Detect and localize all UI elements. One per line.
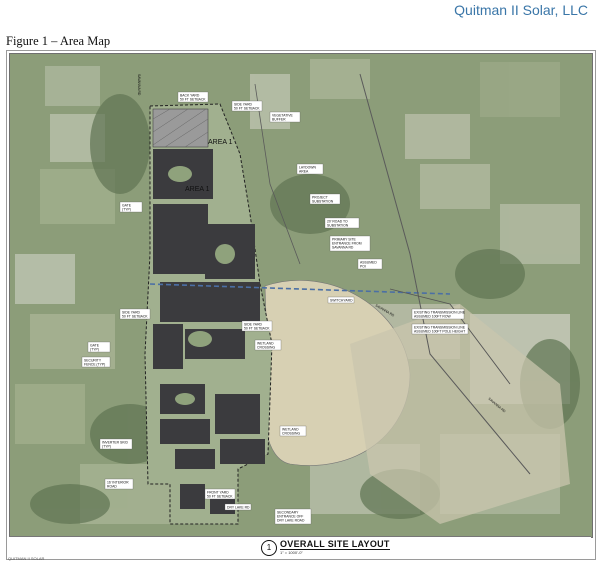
road-label-top: SAVANNA RD — [137, 74, 141, 96]
callout-existing-tl-2-sub: ASSUMED 100FT POLE HEIGHT — [414, 330, 465, 334]
callout-side-yard-setback: 50 FT SETBACK — [234, 107, 260, 111]
title-block: 1 OVERALL SITE LAYOUT 1" = 1000'-0" — [9, 536, 591, 557]
area-label-1: AREA 1 — [208, 139, 233, 146]
drawing-title: OVERALL SITE LAYOUT — [280, 539, 390, 550]
callout-switchyard: SWITCHYARD — [330, 299, 353, 303]
callout-dry-lake: DRY LAKE RD — [227, 506, 250, 510]
callout-dry-lake-road: DRY LAKE ROAD — [277, 519, 305, 523]
callout-crossing: CROSSING — [257, 346, 275, 350]
hatched-zone — [152, 108, 209, 148]
callout-gate-1-sub: (TYP) — [122, 208, 131, 212]
callout-back-yard-setback: 50 FT SETBACK — [180, 98, 206, 102]
area-label-2: AREA 1 — [185, 186, 210, 193]
callout-road-name: SAVANNA RD — [332, 246, 354, 250]
callout-inverter-sub: (TYP) — [102, 445, 111, 449]
callout-side-yard-2-setback: 50 FT SETBACK — [122, 315, 148, 319]
callout-substation-2: SUBSTATION — [327, 224, 349, 228]
callout-road: ROAD — [107, 485, 117, 489]
callout-crossing-2: CROSSING — [282, 432, 300, 436]
footnote: QUITMAN II SOLAR — [8, 556, 45, 561]
callout-existing-tl-1-sub: ASSUMED 100FT ROW — [414, 315, 451, 319]
figure-title: Figure 1 – Area Map — [6, 34, 111, 48]
callout-area: AREA — [299, 170, 309, 174]
callout-poi: POI — [360, 265, 366, 269]
callout-buffer: BUFFER — [272, 118, 286, 122]
company-name: Quitman II Solar, LLC — [454, 2, 588, 18]
aerial-map-svg: AREA 1 AREA 1 BACK YARD 50 FT SETBACK SI… — [10, 54, 592, 537]
drawing-scale: 1" = 1000'-0" — [280, 550, 303, 555]
drawing-number: 1 — [261, 540, 277, 556]
callout-side-yard-3-setback: 50 FT SETBACK — [244, 327, 270, 331]
callout-fence: FENCE (TYP) — [84, 363, 105, 367]
callout-substation: SUBSTATION — [312, 200, 334, 204]
callout-gate-2-sub: (TYP) — [90, 348, 99, 352]
callout-front-yard-setback: 50 FT SETBACK — [207, 495, 233, 499]
site-layout-map: AREA 1 AREA 1 BACK YARD 50 FT SETBACK SI… — [9, 53, 593, 538]
